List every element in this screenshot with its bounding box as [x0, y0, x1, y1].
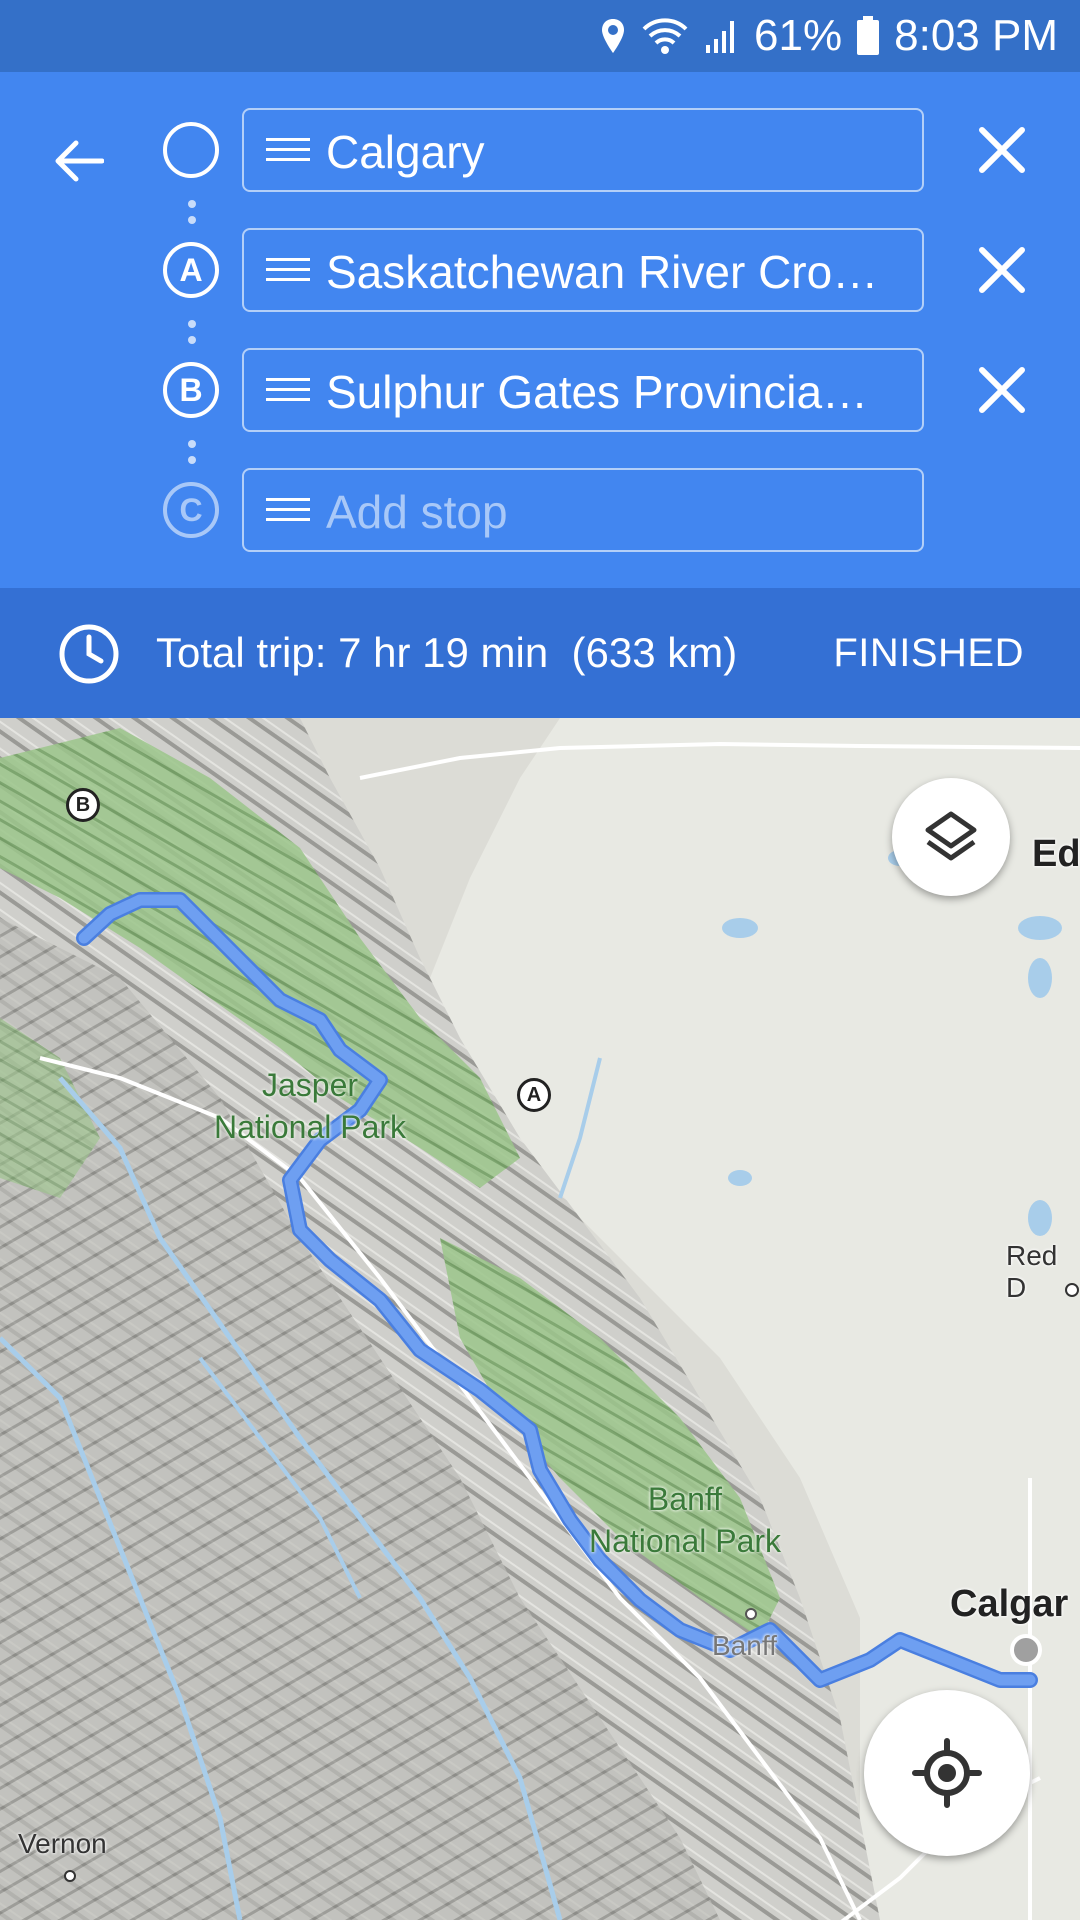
stop-b-value: Sulphur Gates Provincia… [326, 366, 869, 418]
red-deer-label: Red D [1006, 1240, 1058, 1303]
drag-handle-icon[interactable] [266, 378, 310, 404]
battery-icon [857, 16, 880, 55]
stop-a-field[interactable]: Saskatchewan River Cro… [242, 228, 924, 312]
trip-summary-bar: Total trip: 7 hr 19 min (633 km) FINISHE… [0, 588, 1080, 718]
location-icon [602, 19, 625, 53]
close-icon [979, 127, 1025, 173]
status-icons: 61% 8:03 PM [600, 0, 1058, 72]
stop-b-marker: B [163, 362, 219, 418]
connector-dot [188, 456, 196, 464]
banff-park-label: Banff National Park [555, 1478, 815, 1562]
signal-icon [706, 21, 735, 53]
origin-field[interactable]: Calgary [242, 108, 924, 192]
status-time: 8:03 PM [894, 11, 1058, 60]
drag-handle-icon[interactable] [266, 258, 310, 284]
clock-icon [59, 624, 119, 684]
calgary-label: Calgar [950, 1583, 1069, 1625]
origin-value: Calgary [326, 126, 485, 178]
stop-a-row: A Saskatchewan River Cro… [0, 228, 1080, 312]
connector-dot [188, 336, 196, 344]
jasper-park-line1: Jasper [261, 1067, 359, 1103]
origin-row: Calgary [0, 108, 1080, 192]
close-icon [979, 247, 1025, 293]
remove-stop-a-button[interactable] [974, 242, 1030, 298]
origin-marker [163, 122, 219, 178]
add-stop-placeholder: Add stop [326, 486, 508, 538]
vernon-label: Vernon [18, 1828, 107, 1859]
connector-dot [188, 440, 196, 448]
map-view[interactable]: B A Jasper National Park Banff National … [0, 718, 1080, 1920]
drag-handle-icon[interactable] [266, 498, 310, 524]
my-location-button[interactable] [864, 1690, 1030, 1856]
directions-header: Calgary A Saskatchewan River Cro… B Sulp… [0, 72, 1080, 588]
connector-dot [188, 320, 196, 328]
banff-label: Banff [712, 1630, 777, 1661]
battery-percent: 61% [754, 11, 843, 60]
stop-b-row: B Sulphur Gates Provincia… [0, 348, 1080, 432]
stop-a-marker: A [163, 242, 219, 298]
stop-c-marker: C [163, 482, 219, 538]
add-stop-field[interactable]: Add stop [242, 468, 924, 552]
banff-park-line1: Banff [647, 1481, 723, 1517]
stop-b-field[interactable]: Sulphur Gates Provincia… [242, 348, 924, 432]
layers-icon [925, 811, 977, 861]
drag-handle-icon[interactable] [266, 138, 310, 164]
my-location-icon [912, 1738, 982, 1808]
status-bar: 61% 8:03 PM [0, 0, 1080, 72]
edmonton-label: Ed [1032, 833, 1080, 875]
finished-button[interactable]: FINISHED [833, 628, 1024, 678]
remove-stop-b-button[interactable] [974, 362, 1030, 418]
total-trip-text: Total trip: 7 hr 19 min (633 km) [156, 629, 738, 676]
wifi-icon [642, 18, 688, 54]
close-icon [979, 367, 1025, 413]
add-stop-row: C Add stop [0, 468, 1080, 552]
route-marker-b[interactable]: B [66, 788, 100, 822]
layers-button[interactable] [892, 778, 1010, 896]
connector-dot [188, 200, 196, 208]
route-marker-b-label: B [75, 793, 91, 816]
remove-origin-button[interactable] [974, 122, 1030, 178]
route-marker-a[interactable]: A [517, 1078, 551, 1112]
jasper-park-line2: National Park [213, 1109, 407, 1145]
route-marker-a-label: A [526, 1083, 542, 1106]
banff-park-line2: National Park [588, 1523, 782, 1559]
connector-dot [188, 216, 196, 224]
stop-a-value: Saskatchewan River Cro… [326, 246, 879, 298]
jasper-park-label: Jasper National Park [180, 1064, 440, 1148]
